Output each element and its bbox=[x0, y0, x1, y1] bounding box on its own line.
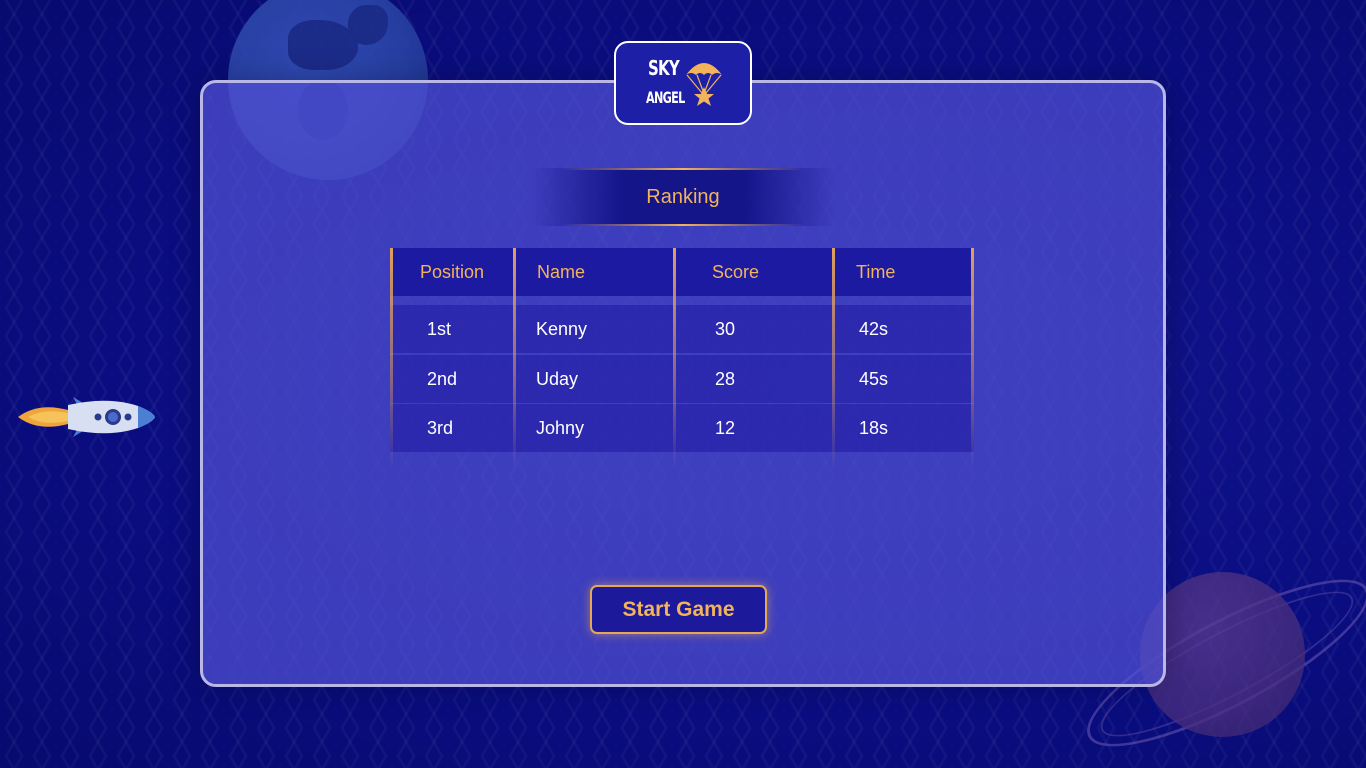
column-divider bbox=[832, 248, 835, 470]
cell-name: Uday bbox=[536, 369, 579, 389]
rocket-icon bbox=[18, 397, 155, 437]
logo-text-sky: SKY bbox=[648, 56, 680, 80]
ranking-title: Ranking bbox=[530, 168, 836, 226]
start-game-button[interactable]: Start Game bbox=[590, 585, 767, 634]
cell-name: Kenny bbox=[536, 319, 588, 339]
logo-text-angel: ANGEL bbox=[646, 88, 685, 107]
column-header-name: Name bbox=[537, 262, 586, 282]
cell-score: 30 bbox=[715, 319, 736, 339]
column-header-time: Time bbox=[856, 262, 896, 282]
cell-name: Johny bbox=[536, 418, 585, 438]
table-row: 3rd Johny 12 18s bbox=[390, 404, 974, 452]
cell-time: 45s bbox=[859, 369, 889, 389]
cell-time: 18s bbox=[859, 418, 889, 438]
column-header-position: Position bbox=[420, 262, 485, 282]
cell-score: 12 bbox=[715, 418, 736, 438]
column-divider bbox=[673, 248, 676, 470]
cell-position: 2nd bbox=[427, 369, 458, 389]
table-row: 2nd Uday 28 45s bbox=[390, 355, 974, 403]
table-row: 1st Kenny 30 42s bbox=[390, 305, 974, 353]
sky-angel-logo: SKY ANGEL bbox=[614, 41, 752, 125]
column-divider bbox=[971, 248, 974, 470]
cell-score: 28 bbox=[715, 369, 736, 389]
cell-position: 1st bbox=[427, 319, 452, 339]
ranking-table-header: Position Name Score Time bbox=[390, 248, 974, 296]
cell-position: 3rd bbox=[427, 418, 454, 438]
column-divider bbox=[513, 248, 516, 470]
parachute-star-icon bbox=[686, 63, 722, 106]
column-divider bbox=[390, 248, 393, 470]
column-header-score: Score bbox=[712, 262, 760, 282]
cell-time: 42s bbox=[859, 319, 889, 339]
